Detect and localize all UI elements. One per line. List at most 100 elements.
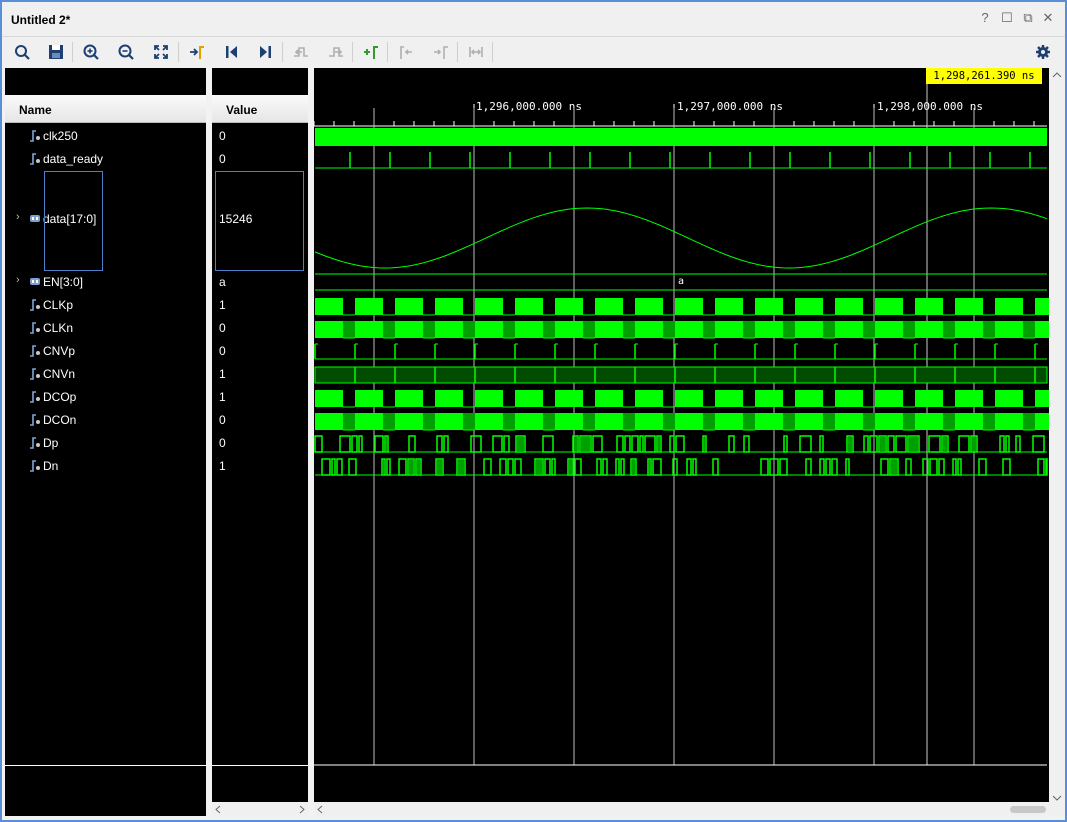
Dp-wave-bit-fill <box>704 437 705 451</box>
DCOn-wave <box>315 413 343 430</box>
bit-signal-icon <box>30 437 40 449</box>
close-icon[interactable]: ✕ <box>1041 11 1055 25</box>
next-transition-icon[interactable] <box>325 41 347 63</box>
Dn-wave-bit <box>672 458 678 476</box>
signal-row[interactable]: › EN[3:0] <box>5 272 206 292</box>
wave-horizontal-scrollbar[interactable] <box>314 802 1049 817</box>
Dp-wave-bit <box>644 435 656 453</box>
next-marker-icon[interactable] <box>430 41 452 63</box>
Dn-wave-bit <box>779 458 788 476</box>
previous-marker-icon[interactable] <box>395 41 417 63</box>
float-icon[interactable]: ⧉ <box>1021 11 1035 25</box>
Dn-wave-bit <box>596 458 602 476</box>
CLKn-wave <box>435 321 463 338</box>
DCOp-wave <box>635 390 663 407</box>
go-to-end-icon[interactable] <box>255 41 277 63</box>
Dp-wave-bit <box>616 435 624 453</box>
signal-value: 1 <box>219 298 226 312</box>
Dn-wave-bit <box>544 458 551 476</box>
signal-row[interactable]: Dp <box>5 433 206 453</box>
search-icon[interactable] <box>11 41 33 63</box>
DCOn-wave <box>755 413 783 430</box>
Dn-wave-bit <box>692 458 697 476</box>
DCOn-wave-dim <box>383 413 395 430</box>
signal-row[interactable]: DCOp <box>5 387 206 407</box>
signal-row[interactable]: › data[17:0] <box>5 209 206 229</box>
signal-row[interactable]: clk250 <box>5 126 206 146</box>
bit-signal-icon <box>30 368 40 380</box>
zoom-in-icon[interactable] <box>80 41 102 63</box>
CLKn-wave-dim <box>623 321 635 338</box>
Dp-wave-bit-fill <box>574 437 577 451</box>
go-to-start-icon[interactable] <box>220 41 242 63</box>
CLKp-wave <box>595 298 623 315</box>
DCOp-wave <box>915 390 943 407</box>
DCOp-wave <box>675 390 703 407</box>
expand-chevron-icon[interactable]: › <box>16 274 20 286</box>
help-icon[interactable]: ? <box>978 11 992 25</box>
Dn-wave-bit <box>514 458 522 476</box>
CLKn-wave <box>915 321 943 338</box>
go-to-cursor-icon[interactable] <box>186 41 208 63</box>
Dn-wave-bit <box>1037 458 1045 476</box>
previous-transition-icon[interactable] <box>290 41 312 63</box>
Dp-wave-bit <box>592 435 603 453</box>
signal-row[interactable]: CLKn <box>5 318 206 338</box>
DCOn-wave <box>635 413 663 430</box>
name-column-header[interactable]: Name <box>5 95 206 123</box>
CLKp-wave <box>835 298 863 315</box>
bus-signal-icon <box>30 278 40 285</box>
Dn-wave-bit <box>507 458 514 476</box>
CLKp-wave <box>315 298 343 315</box>
CLKn-wave-dim <box>463 321 475 338</box>
signal-row[interactable]: Dn <box>5 456 206 476</box>
vertical-scrollbar[interactable] <box>1049 68 1065 816</box>
add-marker-icon[interactable] <box>360 41 382 63</box>
bit-signal-icon <box>30 391 40 403</box>
DCOp-wave <box>795 390 823 407</box>
data-analog-wave <box>314 207 1048 269</box>
CLKn-wave <box>315 321 343 338</box>
CLKp-wave <box>795 298 823 315</box>
save-icon[interactable] <box>45 41 67 63</box>
CLKn-wave-dim <box>823 321 835 338</box>
signal-row[interactable]: DCOn <box>5 410 206 430</box>
Dp-wave-bit-fill <box>848 437 852 451</box>
waveform-canvas[interactable] <box>314 68 1049 802</box>
signal-name: CLKp <box>43 298 74 312</box>
zoom-out-icon[interactable] <box>115 41 137 63</box>
Dp-wave-bit-fill <box>909 437 918 451</box>
Dn-wave-bit <box>386 458 391 476</box>
DCOn-wave <box>675 413 703 430</box>
value-horizontal-scrollbar[interactable] <box>212 802 308 817</box>
Dp-wave-bit <box>358 435 363 453</box>
DCOn-wave-dim <box>943 413 955 430</box>
Dn-wave-bit <box>831 458 838 476</box>
signal-name: Dp <box>43 436 59 450</box>
signal-name: CNVn <box>43 367 76 381</box>
DCOn-wave-dim <box>1023 413 1035 430</box>
value-column-header[interactable]: Value <box>212 95 308 123</box>
swap-cursors-icon[interactable] <box>465 41 487 63</box>
Dp-wave-bit-fill <box>972 437 976 451</box>
Dn-wave-bit <box>602 458 608 476</box>
zoom-fit-icon[interactable] <box>150 41 172 63</box>
signal-row[interactable]: CLKp <box>5 295 206 315</box>
signal-value: 0 <box>219 152 226 166</box>
DCOn-wave-dim <box>343 413 355 430</box>
DCOp-wave <box>515 390 543 407</box>
Dn-wave-bit-fill <box>632 460 635 474</box>
expand-chevron-icon[interactable]: › <box>16 211 20 223</box>
CLKn-wave-dim <box>943 321 955 338</box>
CLKn-wave <box>1035 321 1049 338</box>
Dp-wave-bit <box>408 435 416 453</box>
gear-icon[interactable] <box>1032 41 1054 63</box>
signal-row[interactable]: CNVp <box>5 341 206 361</box>
toolbar <box>2 37 1065 67</box>
CLKn-wave <box>955 321 983 338</box>
restore-icon[interactable]: ☐ <box>1000 11 1014 25</box>
Dn-wave-bit <box>336 458 343 476</box>
signal-row[interactable]: data_ready <box>5 149 206 169</box>
signal-row[interactable]: CNVn <box>5 364 206 384</box>
CLKn-wave <box>795 321 823 338</box>
